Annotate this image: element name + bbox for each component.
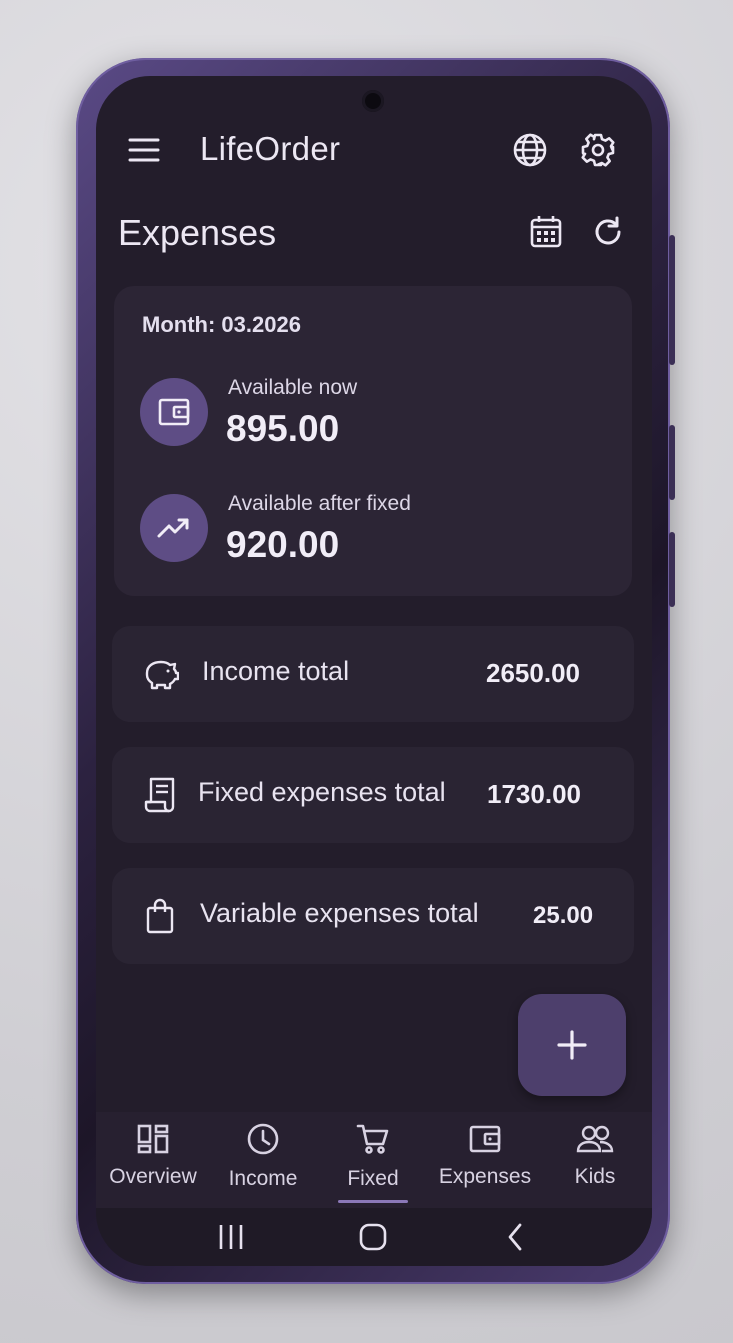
nav-item-expenses[interactable]: Expenses (430, 1122, 540, 1202)
nav-item-fixed[interactable]: Fixed (318, 1122, 428, 1202)
available-now-badge (140, 378, 208, 446)
clock-icon (208, 1122, 318, 1156)
recents-icon[interactable] (206, 1218, 256, 1256)
income-total-row[interactable]: Income total 2650.00 (112, 626, 634, 722)
add-button[interactable] (518, 994, 626, 1096)
piggy-bank-icon (140, 654, 180, 694)
wallet-icon (157, 397, 191, 427)
cart-icon (318, 1122, 428, 1156)
people-icon (540, 1122, 650, 1156)
nav-item-income[interactable]: Income (208, 1122, 318, 1202)
plus-icon (555, 1028, 589, 1062)
refresh-icon[interactable] (588, 212, 628, 252)
front-camera (362, 90, 384, 112)
shopping-bag-icon (140, 896, 180, 936)
nav-selected-indicator (338, 1200, 408, 1203)
income-total-label: Income total (202, 656, 350, 686)
variable-expenses-total-value: 25.00 (533, 902, 594, 929)
back-icon[interactable] (490, 1218, 540, 1256)
nav-item-kids[interactable]: Kids (540, 1122, 650, 1202)
available-after-fixed-label: Available after fixed (228, 492, 411, 515)
summary-card: Month: 03.2026 Available now 895.00 Avai… (114, 286, 632, 596)
nav-item-overview[interactable]: Overview (98, 1122, 208, 1202)
volume-button (669, 235, 675, 365)
menu-icon[interactable] (124, 132, 164, 168)
fixed-expenses-total-row[interactable]: Fixed expenses total 1730.00 (112, 747, 634, 843)
top-app-bar: LifeOrder (96, 126, 652, 174)
globe-icon[interactable] (510, 130, 550, 170)
gear-icon[interactable] (578, 130, 618, 170)
available-after-fixed-value: 920.00 (226, 524, 340, 565)
fixed-expenses-total-value: 1730.00 (487, 779, 581, 809)
nav-label-kids: Kids (574, 1165, 616, 1188)
receipt-icon (140, 775, 180, 815)
dashboard-icon (98, 1122, 208, 1156)
home-icon[interactable] (348, 1218, 398, 1256)
fixed-expenses-total-label: Fixed expenses total (198, 777, 446, 807)
system-navigation-bar (96, 1208, 652, 1266)
wallet-icon (430, 1122, 540, 1156)
nav-label-income: Income (228, 1167, 298, 1190)
power-button (669, 532, 675, 607)
calendar-icon[interactable] (526, 212, 566, 252)
available-now-label: Available now (228, 376, 358, 399)
trending-up-icon (156, 516, 192, 540)
app-screen: LifeOrder Expenses Month: 03.2026 Availa… (96, 76, 652, 1266)
income-total-value: 2650.00 (486, 658, 580, 688)
variable-expenses-total-row[interactable]: Variable expenses total 25.00 (112, 868, 634, 964)
variable-expenses-total-label: Variable expenses total (200, 898, 479, 928)
available-now-value: 895.00 (226, 408, 340, 449)
side-button-upper (669, 425, 675, 500)
bottom-navigation: Overview Income Fixed Expenses Kids (96, 1112, 652, 1208)
page-title: Expenses (118, 212, 277, 253)
nav-label-expenses: Expenses (438, 1165, 532, 1188)
month-label: Month: 03.2026 (142, 312, 301, 337)
nav-label-fixed: Fixed (347, 1167, 399, 1190)
app-title: LifeOrder (200, 130, 341, 167)
nav-label-overview: Overview (109, 1165, 197, 1188)
available-after-fixed-badge (140, 494, 208, 562)
